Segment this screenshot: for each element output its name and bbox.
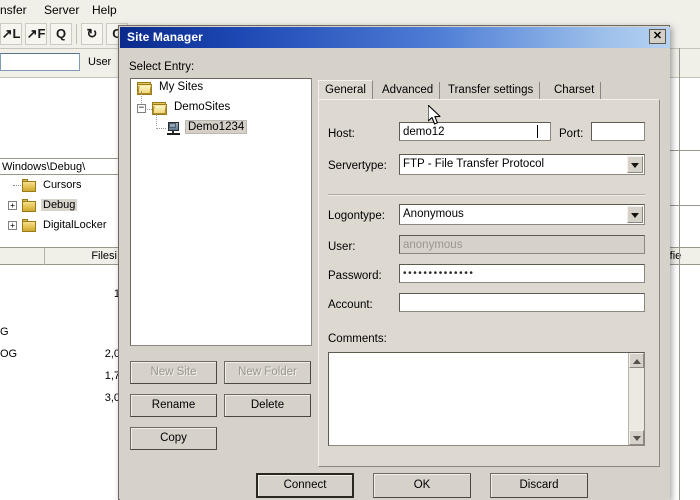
delete-button[interactable]: Delete [224, 394, 311, 417]
filter-local-icon[interactable]: ↗L [0, 23, 22, 45]
local-tree-label: Cursors [43, 179, 82, 191]
tab-general[interactable]: General [318, 80, 373, 100]
file-size: 3,0 [104, 392, 120, 404]
tab-transfer-settings[interactable]: Transfer settings [442, 82, 541, 100]
site-tree-row-demosites[interactable]: − DemoSites [131, 91, 311, 119]
tree-guide [156, 113, 157, 126]
collapse-toggle-icon[interactable]: − [137, 104, 146, 113]
copy-button[interactable]: Copy [130, 427, 217, 450]
pane-divider-right [679, 48, 680, 500]
column-filesize[interactable]: Filesi [45, 248, 120, 265]
section-divider-right [399, 194, 645, 196]
new-folder-button[interactable]: New Folder [224, 361, 311, 384]
discard-button[interactable]: Discard [490, 473, 588, 498]
port-label: Port: [559, 128, 584, 140]
password-input[interactable] [399, 264, 645, 283]
menu-transfer[interactable]: nsfer [0, 3, 27, 17]
site-tree-label-selected: Demo1234 [185, 120, 248, 134]
site-tree-row-demo1234[interactable]: Demo1234 [131, 113, 311, 139]
folder-icon [22, 179, 37, 192]
servertype-label: Servertype: [328, 160, 387, 172]
folder-icon [152, 102, 168, 115]
local-tree-label-selected: Debug [41, 199, 78, 211]
file-size: 2,0 [104, 348, 120, 360]
local-tree-row-debug[interactable]: + Debug [0, 196, 125, 216]
host-input[interactable] [399, 122, 551, 141]
chevron-down-icon[interactable] [627, 206, 643, 223]
ok-button[interactable]: OK [373, 473, 471, 498]
file-name: G [0, 326, 9, 338]
port-input[interactable] [591, 122, 645, 141]
text-caret [537, 125, 538, 138]
local-tree-label: DigitalLocker [43, 219, 107, 231]
local-path-field[interactable]: Windows\Debug\ [0, 158, 126, 175]
quickconnect-host-input[interactable] [0, 53, 80, 71]
select-entry-label: Select Entry: [129, 61, 195, 73]
comments-scrollbar[interactable] [628, 353, 644, 445]
logontype-label: Logontype: [328, 210, 385, 222]
menu-help[interactable]: Help [92, 3, 117, 17]
background-menubar: nsfer Server Help [0, 0, 700, 21]
user-label: User: [328, 241, 356, 253]
chevron-down-icon[interactable] [627, 156, 643, 173]
comments-textarea[interactable] [328, 352, 645, 446]
server-icon [167, 122, 182, 136]
settings-tabstrip: General Advanced Transfer settings Chars… [318, 80, 660, 100]
site-tree-row-my-sites[interactable]: My Sites [131, 79, 311, 99]
scroll-down-icon[interactable] [629, 430, 644, 445]
expand-toggle-icon[interactable]: + [8, 201, 17, 210]
folder-icon [22, 219, 37, 232]
new-site-button[interactable]: New Site [130, 361, 217, 384]
folder-icon [137, 82, 153, 95]
host-label: Host: [328, 128, 355, 140]
toolbar-separator [76, 24, 77, 44]
logontype-dropdown[interactable]: Anonymous [399, 204, 645, 225]
connect-button[interactable]: Connect [256, 473, 354, 498]
filter-remote-icon[interactable]: ↗F [25, 23, 47, 45]
site-tree-label: My Sites [159, 81, 204, 93]
queue-q-icon[interactable]: Q [50, 23, 72, 45]
file-name: OG [0, 348, 18, 360]
file-size: 1,7 [104, 370, 120, 382]
expand-toggle-icon[interactable]: + [8, 221, 17, 230]
site-tree-label: DemoSites [174, 101, 231, 113]
quickconnect-user-label: User [88, 56, 112, 68]
local-directory-tree[interactable]: Cursors + Debug + DigitalLocker [0, 176, 126, 244]
servertype-dropdown[interactable]: FTP - File Transfer Protocol [399, 154, 645, 175]
tab-advanced[interactable]: Advanced [376, 82, 441, 100]
general-tab-panel: Host: Port: Servertype: FTP - File Trans… [318, 99, 660, 467]
refresh-icon[interactable]: ↻ [81, 23, 103, 45]
folder-icon [22, 199, 37, 212]
tab-charset[interactable]: Charset [548, 82, 602, 100]
site-manager-dialog: Site Manager ✕ Select Entry: My Sites − … [118, 25, 670, 500]
password-label: Password: [328, 270, 382, 282]
tree-guide [156, 128, 166, 129]
scroll-up-icon[interactable] [629, 353, 644, 368]
account-label: Account: [328, 299, 373, 311]
servertype-value: FTP - File Transfer Protocol [403, 158, 545, 170]
logontype-value: Anonymous [403, 208, 464, 220]
menu-server[interactable]: Server [44, 3, 79, 17]
file-size: 1 [113, 288, 120, 300]
local-tree-row-cursors[interactable]: Cursors [0, 176, 125, 196]
local-tree-row-digitallocker[interactable]: + DigitalLocker [0, 216, 125, 236]
dialog-titlebar[interactable]: Site Manager [120, 27, 670, 48]
column-filename[interactable] [0, 248, 45, 265]
dialog-body: Select Entry: My Sites − DemoSites Demo1… [120, 48, 670, 500]
close-icon[interactable]: ✕ [649, 29, 666, 44]
site-tree[interactable]: My Sites − DemoSites Demo1234 [130, 78, 312, 346]
dialog-title: Site Manager [127, 30, 203, 44]
user-input[interactable] [399, 235, 645, 254]
account-input[interactable] [399, 293, 645, 312]
rename-button[interactable]: Rename [130, 394, 217, 417]
comments-label: Comments: [328, 333, 387, 345]
